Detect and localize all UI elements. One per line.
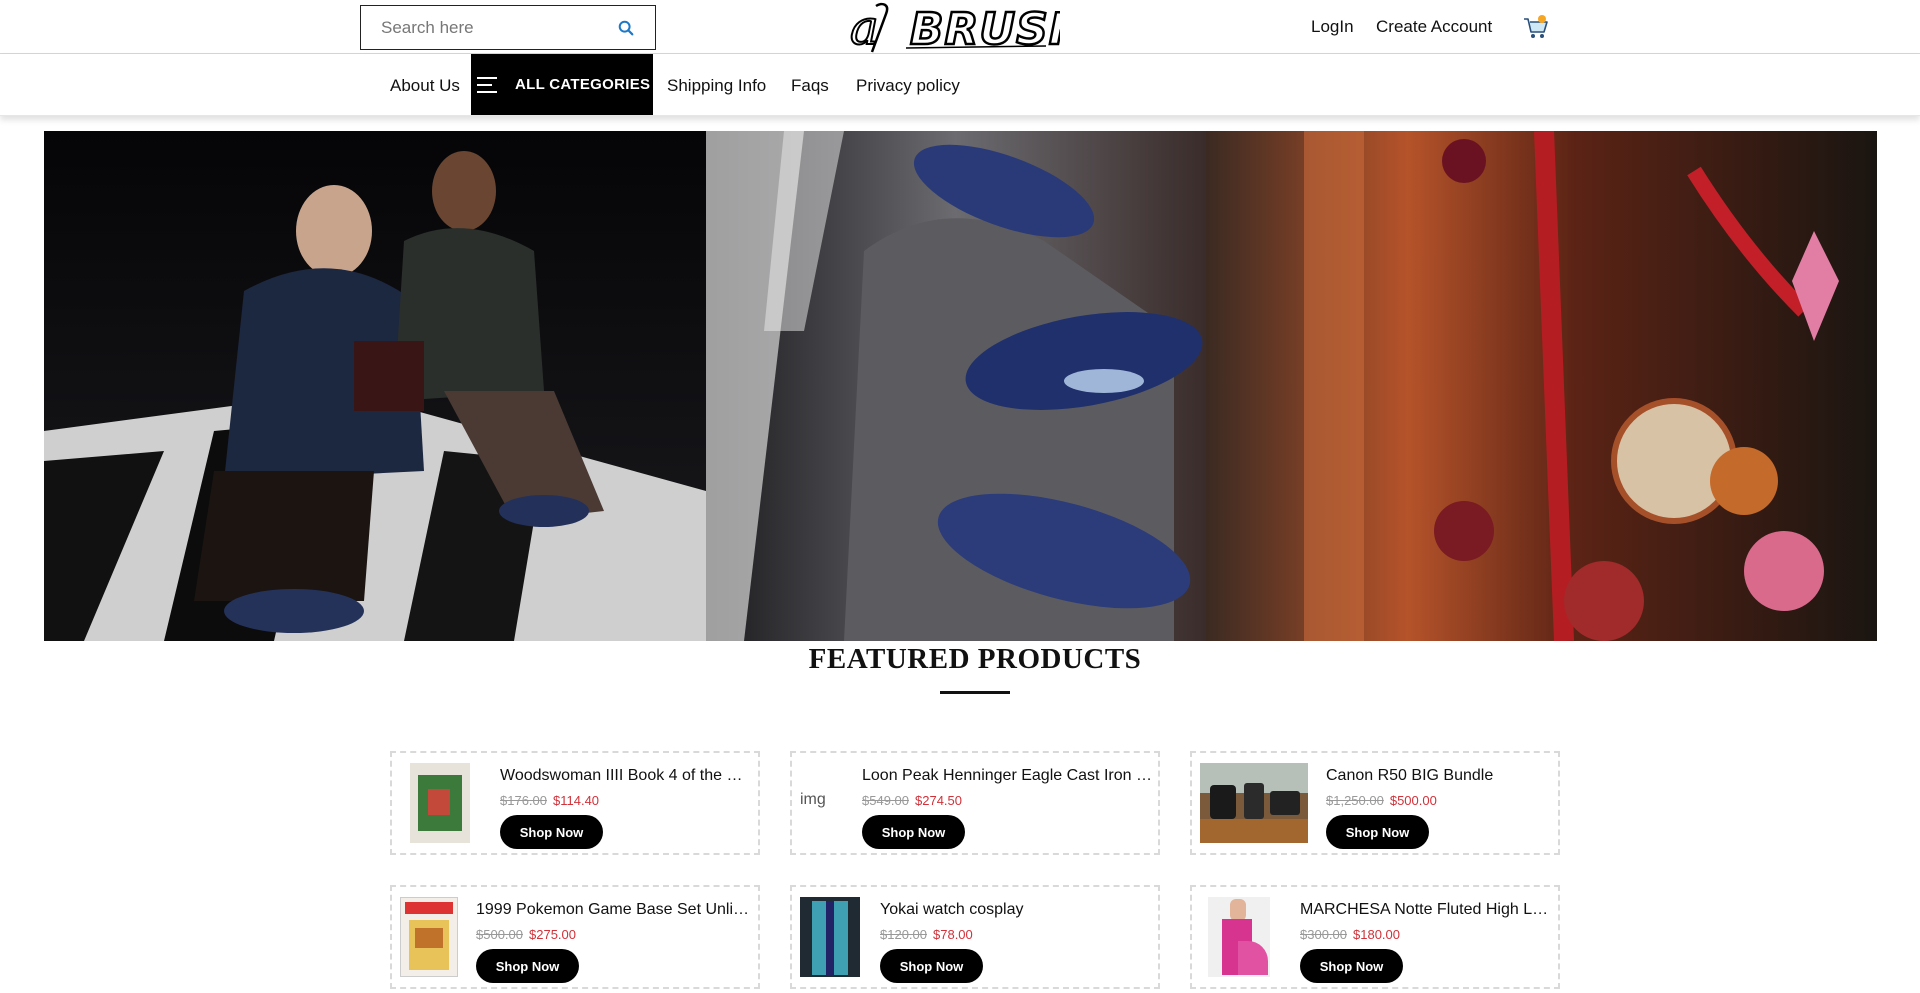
product-card[interactable]: Canon R50 BIG Bundle $1,250.00 $500.00 Sh… xyxy=(1190,751,1560,855)
shop-now-button[interactable]: Shop Now xyxy=(1326,815,1429,849)
sale-price: $180.00 xyxy=(1353,927,1400,942)
all-categories-label: ALL CATEGORIES xyxy=(515,76,651,93)
nav-faqs[interactable]: Faqs xyxy=(791,76,829,96)
hero-banner[interactable] xyxy=(44,131,1877,641)
product-name[interactable]: Canon R50 BIG Bundle xyxy=(1326,767,1552,785)
hero-image xyxy=(44,131,1877,641)
shop-now-button[interactable]: Shop Now xyxy=(862,815,965,849)
title-underline xyxy=(940,691,1010,694)
original-price: $300.00 xyxy=(1300,927,1347,942)
product-prices: $120.00 $78.00 xyxy=(880,927,973,942)
shop-now-button[interactable]: Shop Now xyxy=(880,949,983,983)
product-name[interactable]: 1999 Pokemon Game Base Set Unlimited Hol… xyxy=(476,901,752,919)
product-card[interactable]: Woodswoman IIII Book 4 of the Woodswoman… xyxy=(390,751,760,855)
product-prices: $1,250.00 $500.00 xyxy=(1326,793,1437,808)
shop-now-button[interactable]: Shop Now xyxy=(500,815,603,849)
product-image[interactable] xyxy=(410,763,470,843)
sale-price: $275.00 xyxy=(529,927,576,942)
product-prices: $300.00 $180.00 xyxy=(1300,927,1400,942)
sale-price: $274.50 xyxy=(915,793,962,808)
search-icon[interactable] xyxy=(617,19,635,37)
top-header: a BRUSH LogIn Create Account xyxy=(0,0,1920,54)
cart-icon[interactable] xyxy=(1522,14,1550,40)
original-price: $500.00 xyxy=(476,927,523,942)
product-name[interactable]: Loon Peak Henninger Eagle Cast Iron Wall… xyxy=(862,767,1152,785)
product-image[interactable] xyxy=(1208,897,1270,977)
product-card[interactable]: img Loon Peak Henninger Eagle Cast Iron … xyxy=(790,751,1160,855)
shop-now-button[interactable]: Shop Now xyxy=(476,949,579,983)
site-logo[interactable]: a BRUSH xyxy=(846,0,1060,54)
main-nav: About Us ALL CATEGORIES Shipping Info Fa… xyxy=(0,54,1920,116)
sale-price: $114.40 xyxy=(553,793,600,808)
product-prices: $500.00 $275.00 xyxy=(476,927,576,942)
menu-icon xyxy=(477,76,497,93)
search-box[interactable] xyxy=(360,5,656,50)
product-name[interactable]: Yokai watch cosplay xyxy=(880,901,1152,919)
all-categories-button[interactable]: ALL CATEGORIES xyxy=(471,54,653,115)
sale-price: $500.00 xyxy=(1389,793,1437,808)
search-input[interactable] xyxy=(361,7,611,48)
sale-price: $78.00 xyxy=(933,927,973,942)
create-account-link[interactable]: Create Account xyxy=(1376,17,1492,37)
original-price: $549.00 xyxy=(862,793,909,808)
product-prices: $176.00 $114.40 xyxy=(500,793,599,808)
featured-products-title: FEATURED PRODUCTS xyxy=(808,643,1142,675)
original-price: $120.00 xyxy=(880,927,927,942)
product-card[interactable]: MARCHESA Notte Fluted High Low Gown $300… xyxy=(1190,885,1560,989)
product-prices: $549.00 $274.50 xyxy=(862,793,962,808)
original-price: $176.00 xyxy=(500,793,547,808)
product-card[interactable]: 1999 Pokemon Game Base Set Unlimited Hol… xyxy=(390,885,760,989)
nav-about-us[interactable]: About Us xyxy=(390,76,460,96)
product-name[interactable]: MARCHESA Notte Fluted High Low Gown xyxy=(1300,901,1552,919)
broken-image-placeholder[interactable]: img xyxy=(800,791,826,809)
nav-privacy-policy[interactable]: Privacy policy xyxy=(856,76,960,96)
product-name[interactable]: Woodswoman IIII Book 4 of the Woodswoman… xyxy=(500,767,750,785)
nav-shipping-info[interactable]: Shipping Info xyxy=(667,76,766,96)
shop-now-button[interactable]: Shop Now xyxy=(1300,949,1403,983)
product-card[interactable]: Yokai watch cosplay $120.00 $78.00 Shop N… xyxy=(790,885,1160,989)
original-price: $1,250.00 xyxy=(1326,793,1384,808)
login-link[interactable]: LogIn xyxy=(1311,17,1354,37)
product-image[interactable] xyxy=(400,897,458,977)
product-image[interactable] xyxy=(1200,763,1308,843)
product-image[interactable] xyxy=(800,897,860,977)
